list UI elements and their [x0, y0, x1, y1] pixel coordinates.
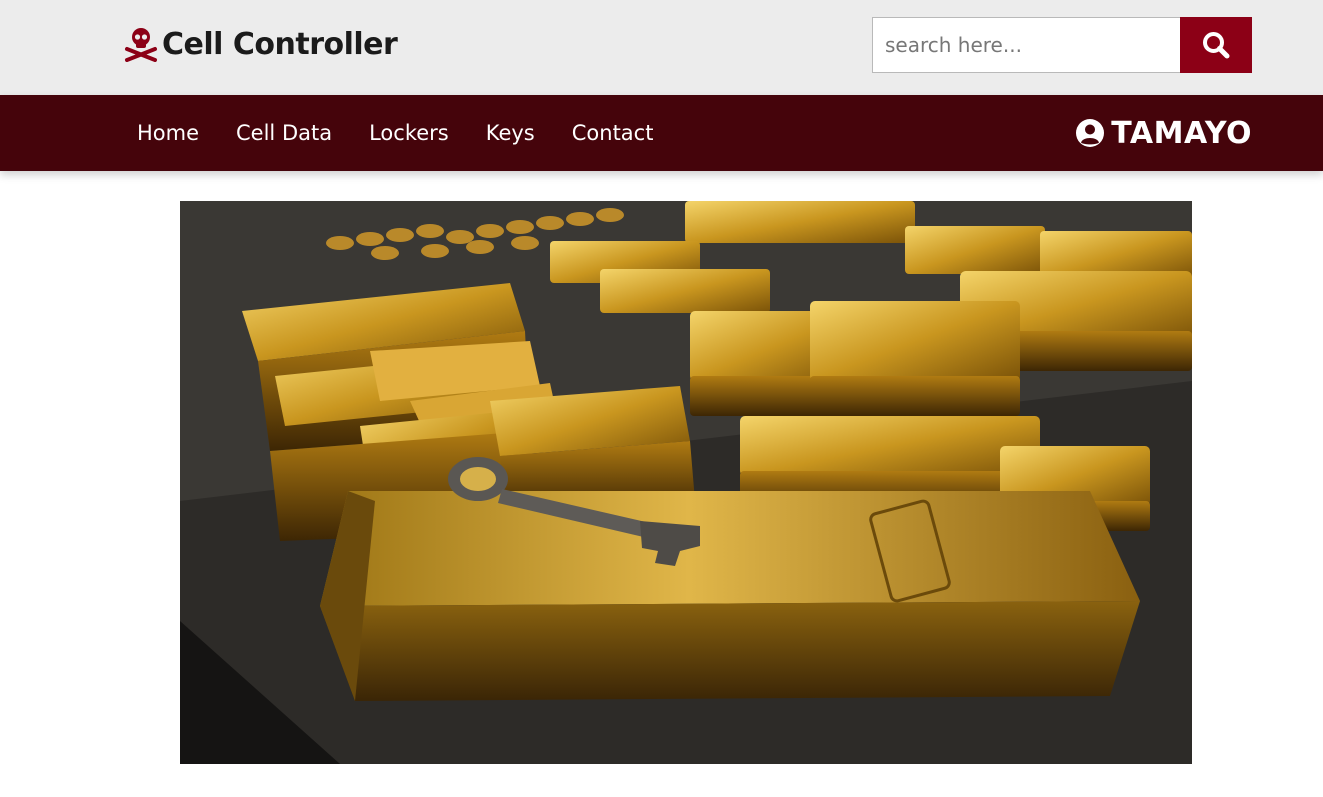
nav-item-cell-data[interactable]: Cell Data: [236, 121, 332, 145]
hero-image: [180, 201, 1192, 764]
brand-logo[interactable]: Cell Controller: [124, 24, 398, 64]
search-input[interactable]: [872, 17, 1180, 73]
gold-bars-key-image: [180, 201, 1192, 764]
search-icon: [1203, 32, 1230, 59]
brand-title: Cell Controller: [162, 26, 398, 62]
top-header: Cell Controller: [0, 0, 1323, 95]
user-menu[interactable]: TAMAYO: [1075, 95, 1252, 171]
nav-links: Home Cell Data Lockers Keys Contact: [137, 95, 690, 171]
search-button[interactable]: [1180, 17, 1252, 73]
user-circle-icon: [1076, 119, 1105, 147]
skull-crossbones-icon: [125, 28, 157, 62]
user-name: TAMAYO: [1111, 115, 1252, 151]
nav-item-keys[interactable]: Keys: [486, 121, 535, 145]
main-navbar: Home Cell Data Lockers Keys Contact TAMA…: [0, 95, 1323, 171]
nav-item-lockers[interactable]: Lockers: [369, 121, 449, 145]
search-form: [872, 17, 1252, 73]
nav-item-home[interactable]: Home: [137, 121, 199, 145]
nav-item-contact[interactable]: Contact: [572, 121, 654, 145]
